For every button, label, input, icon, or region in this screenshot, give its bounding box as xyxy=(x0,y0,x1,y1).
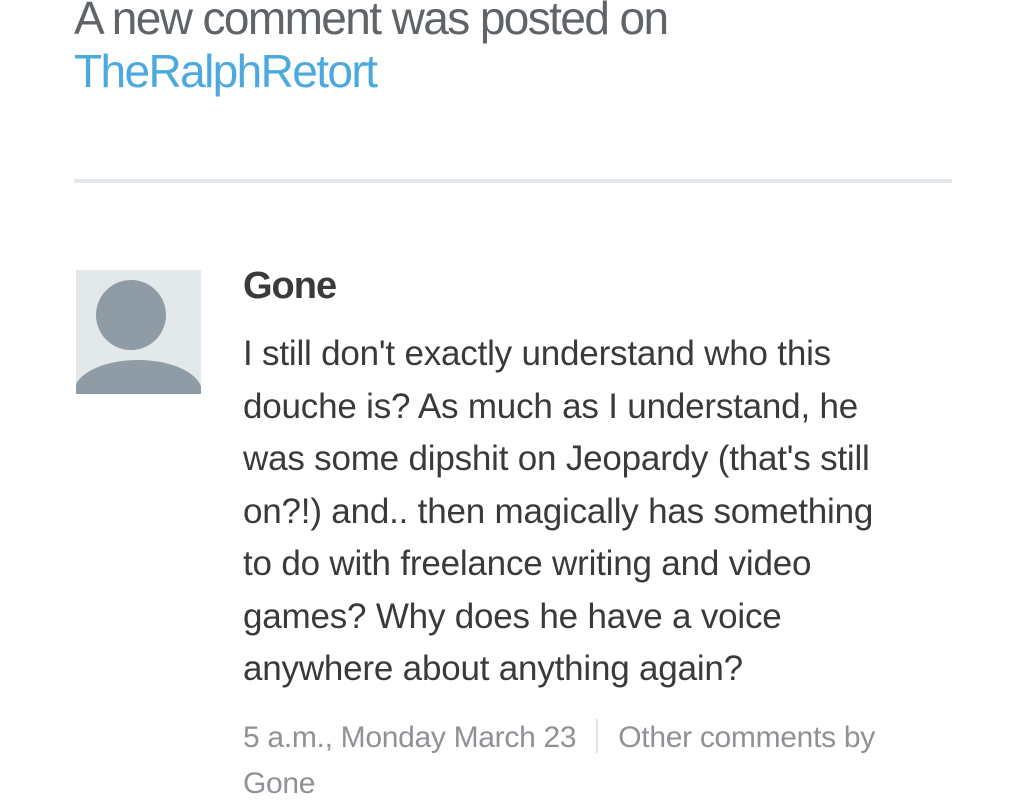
comment-line: games? Why does he have a voice xyxy=(243,596,782,636)
comment-meta: 5 a.m., Monday March 23 Other comments by… xyxy=(243,715,963,807)
comment-line: on?!) and.. then magically has something xyxy=(243,491,874,531)
comment-line: was some dipshit on Jeopardy (that's sti… xyxy=(243,439,870,478)
comment-line: douche is? As much as I understand, he xyxy=(243,386,859,426)
site-name-link[interactable]: TheRalphRetort xyxy=(74,45,378,97)
comment-line: to do with freelance writing and video xyxy=(243,544,812,583)
comment-timestamp: 5 a.m., Monday March 23 xyxy=(243,721,577,754)
other-comments-label: Other comments by xyxy=(618,721,875,754)
header-divider xyxy=(74,179,952,183)
comment-line: anywhere about anything again? xyxy=(243,649,743,688)
notification-heading: A new comment was posted on TheRalphReto… xyxy=(74,0,954,98)
person-silhouette-icon xyxy=(76,280,201,394)
comment-body: I still don't exactly understand who thi… xyxy=(243,328,943,696)
other-comments-author: Gone xyxy=(243,767,316,800)
comment-line: I still don't exactly understand who thi… xyxy=(243,334,831,373)
comment-author: Gone xyxy=(243,265,337,307)
meta-separator xyxy=(596,719,599,753)
default-avatar-icon[interactable] xyxy=(76,270,201,394)
heading-prefix: A new comment was posted on xyxy=(74,0,669,44)
